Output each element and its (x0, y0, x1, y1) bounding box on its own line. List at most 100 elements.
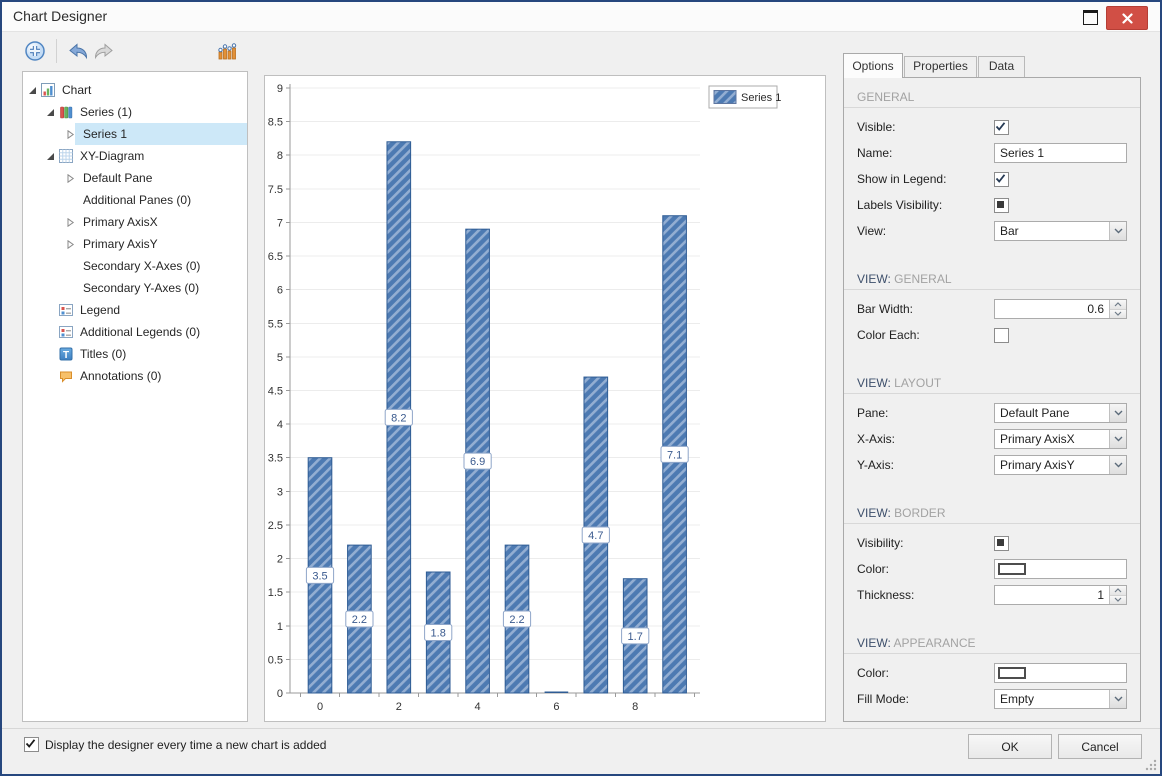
footer-separator (2, 728, 1160, 729)
option-row-pane: Pane:Default Pane (857, 400, 1127, 426)
svg-text:6: 6 (277, 285, 283, 297)
bar-width-spinner[interactable]: 0.6 (994, 299, 1127, 319)
tree-item-secondary-y-axes-0[interactable]: Secondary Y-Axes (0) (23, 277, 247, 299)
close-icon (1122, 13, 1133, 24)
tree-item-label: Additional Legends (0) (78, 325, 200, 339)
tree-item-titles-0[interactable]: TTitles (0) (23, 343, 247, 365)
expander-collapsed-icon[interactable] (65, 129, 75, 139)
tree-item-series-1[interactable]: Series 1 (23, 123, 247, 145)
pane-dropdown[interactable]: Default Pane (994, 403, 1127, 423)
color-swatch (998, 563, 1026, 575)
bar-chart-palette-icon (215, 40, 237, 62)
option-label: Show in Legend: (857, 172, 946, 186)
svg-text:5.5: 5.5 (268, 318, 283, 330)
chevron-down-icon[interactable] (1109, 456, 1126, 474)
tree-item-primary-axisx[interactable]: Primary AxisX (23, 211, 247, 233)
expander-placeholder (65, 261, 75, 271)
spin-up-icon[interactable] (1110, 586, 1126, 596)
x-axis-dropdown[interactable]: Primary AxisX (994, 429, 1127, 449)
svg-text:6.9: 6.9 (470, 456, 485, 468)
tree-item-annotations-0[interactable]: Annotations (0) (23, 365, 247, 387)
group-header-view-layout: VIEW: LAYOUT (844, 376, 1140, 394)
tree-item-xy-diagram[interactable]: XY-Diagram (23, 145, 247, 167)
option-row-view: View:Bar (857, 218, 1127, 244)
tab-properties[interactable]: Properties (904, 56, 977, 78)
svg-text:8: 8 (632, 701, 638, 713)
resize-grip[interactable] (1145, 759, 1157, 771)
expander-placeholder (45, 349, 55, 359)
svg-text:2: 2 (277, 554, 283, 566)
visible-checkbox[interactable] (994, 120, 1009, 135)
option-label: Visible: (857, 120, 895, 134)
chevron-down-icon[interactable] (1109, 222, 1126, 240)
svg-text:3.5: 3.5 (312, 570, 327, 582)
option-row-thickness: Thickness:1 (857, 582, 1127, 608)
svg-text:6: 6 (553, 701, 559, 713)
svg-text:2.5: 2.5 (268, 520, 283, 532)
tree-item-additional-legends-0[interactable]: Additional Legends (0) (23, 321, 247, 343)
spin-down-icon[interactable] (1110, 310, 1126, 319)
option-row-y-axis: Y-Axis:Primary AxisY (857, 452, 1127, 478)
maximize-icon[interactable] (1083, 10, 1098, 25)
expander-collapsed-icon[interactable] (65, 239, 75, 249)
chart-canvas: 00.511.522.533.544.555.566.577.588.59024… (265, 76, 825, 721)
tree-item-series-1[interactable]: Series (1) (23, 101, 247, 123)
display-designer-checkbox[interactable] (24, 737, 39, 752)
plus-circle-icon (24, 40, 46, 62)
undo-button[interactable] (65, 38, 91, 64)
legend-icon (58, 302, 74, 318)
tree-item-additional-panes-0[interactable]: Additional Panes (0) (23, 189, 247, 211)
svg-text:3: 3 (277, 486, 283, 498)
show-in-legend-checkbox[interactable] (994, 172, 1009, 187)
name-input[interactable]: Series 1 (994, 143, 1127, 163)
spin-down-icon[interactable] (1110, 596, 1126, 605)
color-color-picker[interactable] (994, 663, 1127, 683)
view-dropdown[interactable]: Bar (994, 221, 1127, 241)
thickness-spinner[interactable]: 1 (994, 585, 1127, 605)
chart-icon (40, 82, 56, 98)
expander-expanded-icon[interactable] (45, 151, 55, 161)
tab-data[interactable]: Data (978, 56, 1025, 78)
option-row-color-each: Color Each: (857, 322, 1127, 348)
visibility-checkbox[interactable] (994, 536, 1009, 551)
color-each-checkbox[interactable] (994, 328, 1009, 343)
expander-placeholder (45, 327, 55, 337)
chart-legend[interactable]: Series 1 (709, 86, 781, 108)
tab-options[interactable]: Options (843, 53, 903, 78)
redo-button[interactable] (91, 38, 117, 64)
spin-up-icon[interactable] (1110, 300, 1126, 310)
y-axis-dropdown[interactable]: Primary AxisY (994, 455, 1127, 475)
color-color-picker[interactable] (994, 559, 1127, 579)
expander-placeholder (65, 195, 75, 205)
tree-item-label: Primary AxisY (81, 237, 158, 251)
add-chart-element-button[interactable] (22, 38, 48, 64)
window-title: Chart Designer (13, 2, 107, 31)
expander-collapsed-icon[interactable] (65, 173, 75, 183)
expander-collapsed-icon[interactable] (65, 217, 75, 227)
tree-item-chart[interactable]: Chart (23, 79, 247, 101)
expander-expanded-icon[interactable] (45, 107, 55, 117)
tree-item-primary-axisy[interactable]: Primary AxisY (23, 233, 247, 255)
close-button[interactable] (1106, 6, 1148, 30)
palette-button[interactable] (213, 38, 239, 64)
color-swatch (998, 667, 1026, 679)
tree-item-default-pane[interactable]: Default Pane (23, 167, 247, 189)
tree-item-secondary-x-axes-0[interactable]: Secondary X-Axes (0) (23, 255, 247, 277)
expander-placeholder (45, 305, 55, 315)
cancel-button[interactable]: Cancel (1058, 734, 1142, 759)
option-row-color: Color: (857, 556, 1127, 582)
chevron-down-icon[interactable] (1109, 690, 1126, 708)
expander-expanded-icon[interactable] (27, 85, 37, 95)
chevron-down-icon[interactable] (1109, 404, 1126, 422)
svg-text:1: 1 (277, 621, 283, 633)
chevron-down-icon[interactable] (1109, 430, 1126, 448)
ok-button[interactable]: OK (968, 734, 1052, 759)
labels-visibility-checkbox[interactable] (994, 198, 1009, 213)
display-designer-label: Display the designer every time a new ch… (45, 738, 326, 752)
chart-bar-zero[interactable] (545, 692, 569, 694)
tree-item-legend[interactable]: Legend (23, 299, 247, 321)
svg-text:1.7: 1.7 (628, 631, 643, 643)
fill-mode-dropdown[interactable]: Empty (994, 689, 1127, 709)
svg-text:4: 4 (475, 701, 481, 713)
chart-elements-tree: ChartSeries (1)Series 1XY-DiagramDefault… (22, 71, 248, 722)
